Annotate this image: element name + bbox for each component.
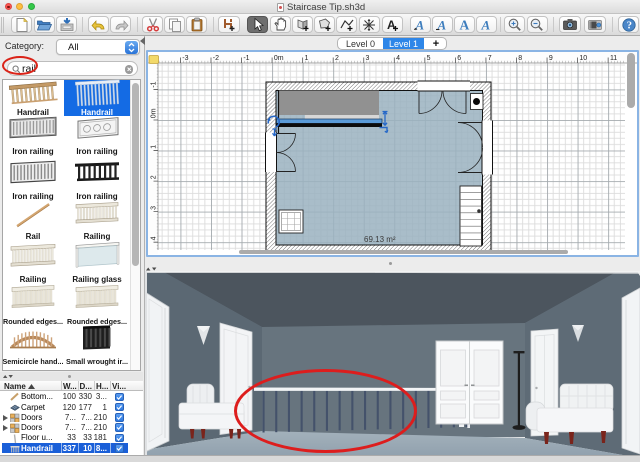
svg-text:4: 4 [396,55,400,62]
svg-text:10: 10 [579,55,587,62]
svg-text:A: A [437,17,447,32]
svg-text:A: A [460,17,470,32]
svg-text:1: 1 [304,55,308,62]
svg-text:8: 8 [518,55,522,62]
svg-text:9: 9 [549,55,553,62]
svg-text:-1: -1 [151,81,158,87]
svg-text:11: 11 [610,55,617,62]
svg-text:5: 5 [427,55,431,62]
svg-text:-3: -3 [182,55,188,62]
svg-text:-2: -2 [213,55,219,62]
svg-text:6: 6 [457,55,461,62]
svg-text:A: A [415,17,425,32]
svg-text:0m: 0m [151,108,158,118]
svg-text:?: ? [626,20,631,31]
svg-text:3: 3 [366,55,370,62]
svg-text:1: 1 [151,145,158,149]
svg-text:2: 2 [151,175,158,179]
svg-text:-1: -1 [243,55,249,62]
svg-text:69.13 m²: 69.13 m² [364,235,396,244]
svg-text:3: 3 [151,206,158,210]
svg-text:4: 4 [151,236,158,240]
svg-text:0m: 0m [274,55,284,62]
svg-text:2: 2 [335,55,339,62]
svg-text:A: A [387,18,396,32]
svg-text:A: A [481,17,491,32]
svg-text:7: 7 [488,55,492,62]
